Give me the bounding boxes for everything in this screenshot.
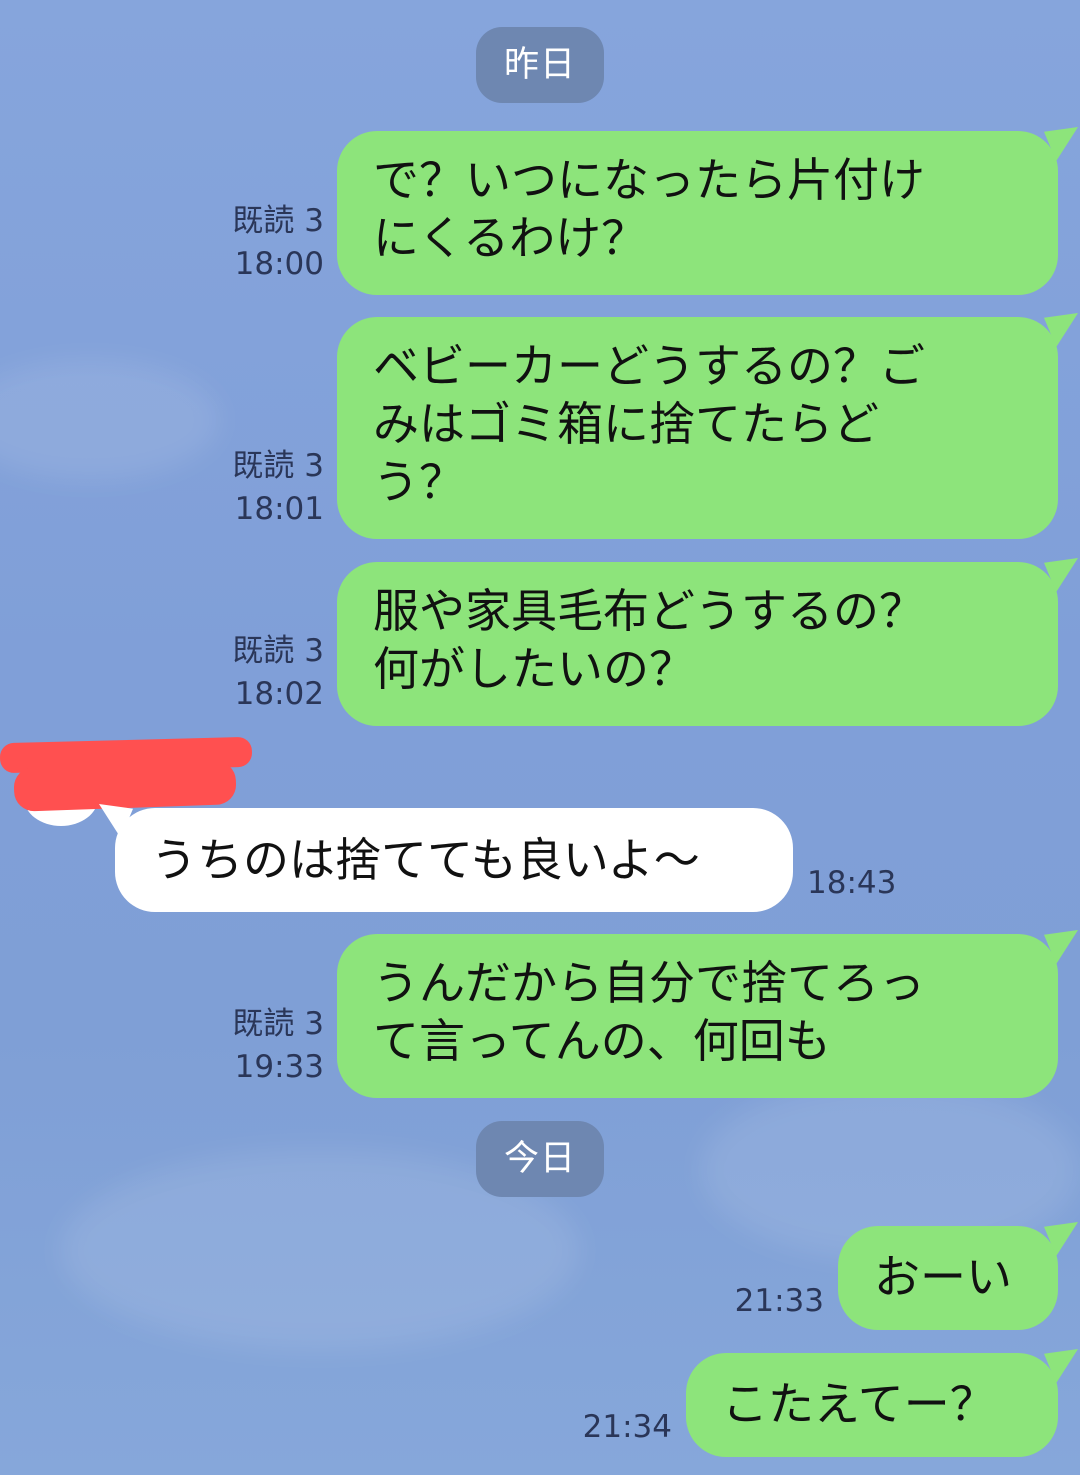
message-meta: 既読 3 19:33	[200, 1003, 324, 1089]
message-bubble-sent[interactable]: ベビーカーどうするの？ご みはゴミ箱に捨てたらど う？	[337, 317, 1058, 539]
date-separator-yesterday: 昨日	[476, 27, 604, 103]
redacted-sender-name	[13, 760, 237, 812]
message-time: 18:00	[234, 246, 324, 282]
message-bubble-sent[interactable]: おーい	[838, 1226, 1058, 1330]
message-time: 18:01	[234, 491, 324, 527]
background-cloud	[0, 360, 220, 480]
date-separator-today: 今日	[476, 1121, 604, 1197]
message-time: 19:33	[234, 1049, 324, 1085]
read-receipt: 既読 3	[232, 633, 324, 669]
message-bubble-sent[interactable]: で？いつになったら片付け にくるわけ？	[337, 131, 1058, 295]
message-bubble-sent[interactable]: こたえてー？	[686, 1353, 1058, 1457]
message-time: 21:34	[582, 1409, 672, 1445]
message-time: 18:43	[807, 865, 897, 901]
message-bubble-received[interactable]: うちのは捨てても良いよ～	[115, 808, 793, 912]
message-meta: 既読 3 18:01	[200, 445, 324, 531]
message-meta: 既読 3 18:02	[200, 630, 324, 716]
read-receipt: 既読 3	[232, 1006, 324, 1042]
message-time: 18:02	[234, 676, 324, 712]
message-bubble-sent[interactable]: うんだから自分で捨てろっ て言ってんの、何回も	[337, 934, 1058, 1098]
message-time: 21:33	[734, 1283, 824, 1319]
read-receipt: 既読 3	[232, 203, 324, 239]
read-receipt: 既読 3	[232, 448, 324, 484]
message-meta: 既読 3 18:00	[200, 200, 324, 286]
message-bubble-sent[interactable]: 服や家具毛布どうするの？ 何がしたいの？	[337, 562, 1058, 726]
